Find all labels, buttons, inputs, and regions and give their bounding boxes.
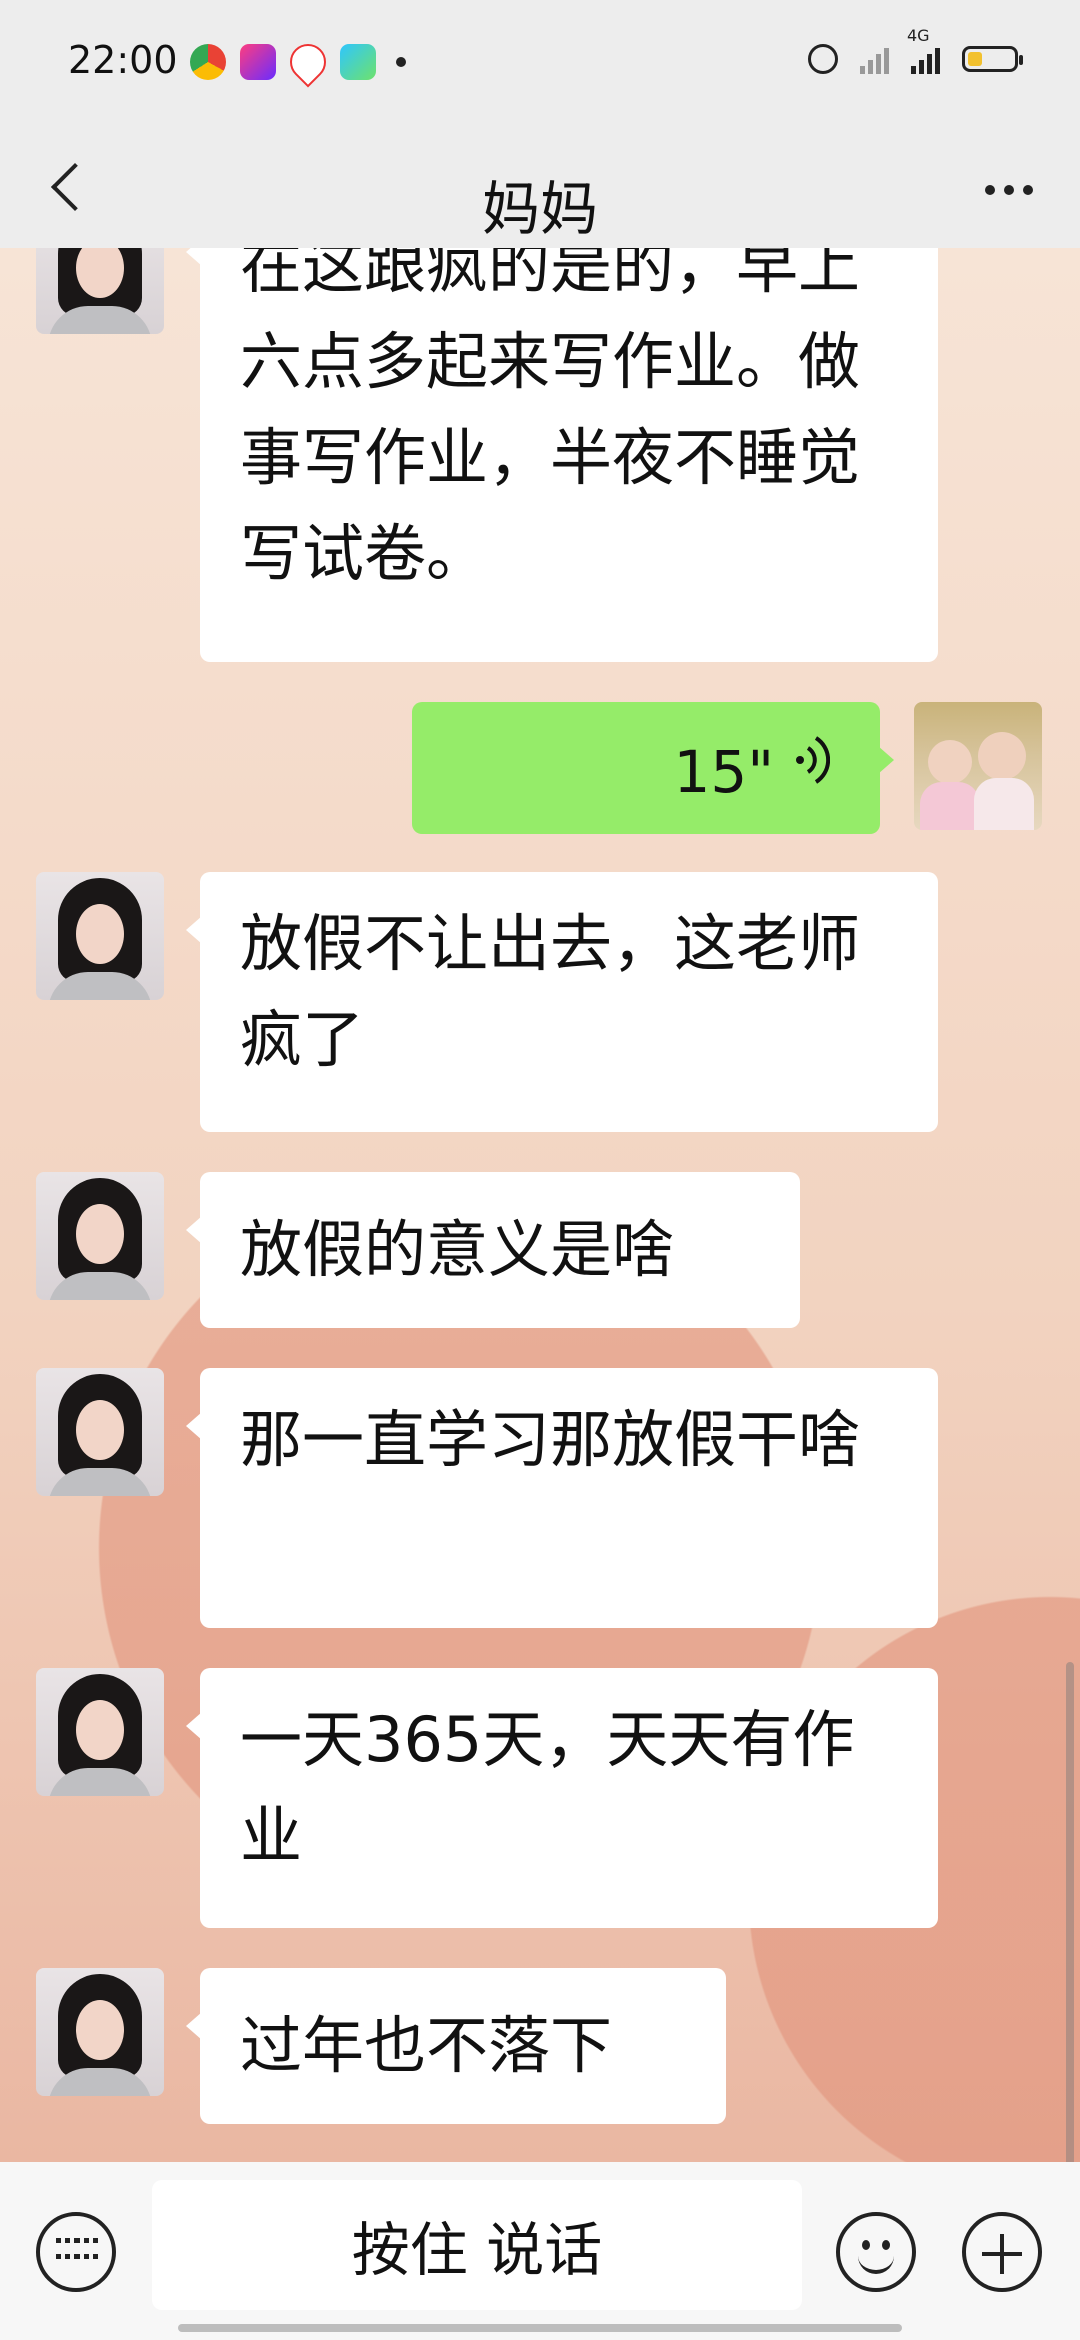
message-bubble[interactable]: 放假的意义是啥 — [186, 1172, 800, 1328]
more-options-button[interactable] — [974, 160, 1044, 220]
my-avatar[interactable] — [914, 702, 1042, 830]
battery-icon — [962, 46, 1023, 72]
contact-avatar[interactable] — [36, 1368, 164, 1496]
status-time: 22:00 — [68, 38, 178, 82]
tencent-video-icon — [340, 44, 376, 80]
signal-icon-sim1 — [860, 44, 889, 74]
video-app-icon — [240, 44, 276, 80]
ellipsis-icon — [985, 185, 995, 195]
message-bubble[interactable]: 放假不让出去，这老师疯了 — [186, 872, 938, 1132]
chat-scrollbar[interactable] — [1066, 1662, 1074, 2162]
hold-to-talk-button[interactable]: 按住 说话 — [152, 2180, 802, 2310]
signal-icon-sim2: 4G — [907, 26, 940, 74]
keyboard-toggle-button[interactable] — [36, 2212, 116, 2292]
contact-avatar[interactable] — [36, 248, 164, 334]
message-text: 在这跟疯的是的，早上六点多起来写作业。做事写作业，半夜不睡觉写试卷。 — [240, 248, 861, 590]
contact-avatar[interactable] — [36, 872, 164, 1000]
message-text: 放假不让出去，这老师疯了 — [240, 907, 861, 1076]
message-text: 一天365天，天天有作业 — [240, 1703, 855, 1872]
voice-wave-icon — [796, 736, 830, 784]
contact-avatar[interactable] — [36, 1668, 164, 1796]
contact-avatar[interactable] — [36, 1172, 164, 1300]
chat-title: 妈妈 — [481, 175, 598, 243]
input-bar: 按住 说话 — [0, 2162, 1080, 2340]
emoji-button[interactable] — [836, 2212, 916, 2292]
message-bubble[interactable]: 一天365天，天天有作业 — [186, 1668, 938, 1928]
system-status: 4G — [808, 26, 1023, 74]
chat-header: 妈妈 — [0, 130, 1080, 248]
contact-avatar[interactable] — [36, 1968, 164, 2096]
network-type: 4G — [907, 26, 930, 45]
message-bubble[interactable]: 过年也不落下 — [186, 1968, 726, 2124]
chrome-like-app-icon — [190, 44, 226, 80]
status-bar: 22:00 4G — [0, 0, 1080, 130]
message-text: 那一直学习那放假干啥 — [240, 1403, 861, 1476]
message-text: 过年也不落下 — [240, 2009, 613, 2082]
alarm-icon — [808, 44, 838, 74]
more-functions-button[interactable] — [962, 2212, 1042, 2292]
home-indicator[interactable] — [178, 2324, 902, 2332]
map-pin-app-icon — [282, 36, 334, 88]
message-text: 放假的意义是啥 — [240, 1213, 675, 1286]
keyboard-icon — [56, 2238, 98, 2266]
message-bubble[interactable]: 在这跟疯的是的，早上六点多起来写作业。做事写作业，半夜不睡觉写试卷。 — [186, 248, 938, 662]
chat-area[interactable]: 在这跟疯的是的，早上六点多起来写作业。做事写作业，半夜不睡觉写试卷。 15" 放… — [0, 248, 1080, 2162]
notification-icons — [190, 36, 406, 88]
more-notifications-dot — [396, 57, 406, 67]
voice-duration: 15" — [673, 738, 774, 806]
message-bubble[interactable]: 那一直学习那放假干啥 — [186, 1368, 938, 1628]
voice-message-bubble[interactable]: 15" — [412, 702, 894, 834]
